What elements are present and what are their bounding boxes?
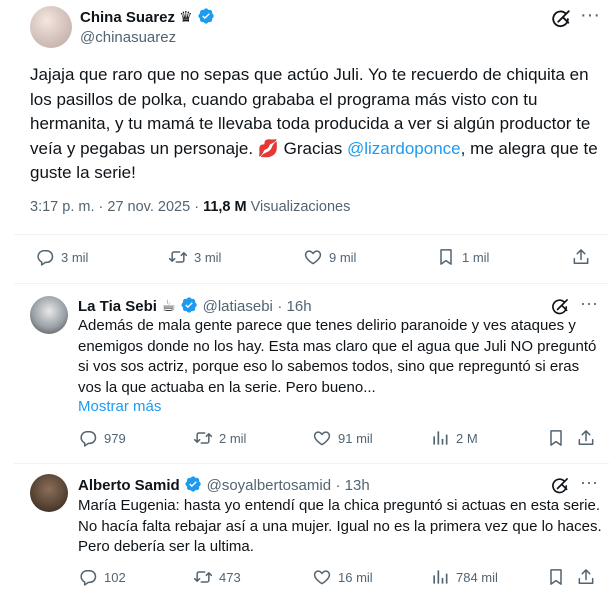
bookmark-button[interactable]	[546, 567, 566, 587]
share-button[interactable]	[576, 567, 596, 587]
views-count: 2 M	[456, 430, 478, 446]
show-more-link[interactable]: Mostrar más	[78, 398, 161, 415]
main-tweet-text: Jajaja que raro que no sepas que actúo J…	[30, 63, 600, 186]
like-count: 16 mil	[338, 569, 373, 585]
more-icon[interactable]: ···	[580, 472, 598, 493]
repost-icon	[193, 567, 213, 587]
bookmark-icon	[546, 567, 566, 587]
reply-time[interactable]: · 13h	[336, 477, 370, 494]
divider	[14, 463, 609, 464]
repost-button[interactable]: 2 mil	[193, 428, 246, 448]
reply-author-name[interactable]: Alberto Samid	[78, 477, 180, 494]
grok-icon[interactable]	[550, 476, 570, 496]
repost-count: 3 mil	[194, 249, 222, 265]
tweet-time[interactable]: 3:17 p. m.	[30, 199, 94, 215]
like-button[interactable]: 9 mil	[303, 247, 356, 267]
views-button[interactable]: 2 M	[430, 428, 478, 448]
reply-icon	[35, 247, 55, 267]
repost-button[interactable]: 3 mil	[168, 247, 221, 267]
repost-button[interactable]: 473	[193, 567, 241, 587]
divider	[14, 234, 609, 235]
reply-button[interactable]: 3 mil	[35, 247, 88, 267]
reply-count: 3 mil	[61, 249, 89, 265]
grok-icon[interactable]	[550, 8, 572, 30]
reply-actions-bar: 979 2 mil 91 mil 2 M	[0, 428, 609, 452]
reply-header: Alberto Samid @soyalbertosamid · 13h	[78, 475, 370, 495]
repost-count: 473	[219, 569, 241, 585]
divider	[14, 283, 609, 284]
views-count: 784 mil	[456, 569, 498, 585]
tweet-date[interactable]: 27 nov. 2025	[107, 199, 190, 215]
grok-icon[interactable]	[550, 297, 570, 317]
share-button[interactable]	[576, 428, 596, 448]
more-icon[interactable]: ···	[580, 4, 600, 27]
tweet-meta: 3:17 p. m. · 27 nov. 2025 · 11,8 M Visua…	[30, 199, 350, 215]
reply-time[interactable]: · 16h	[277, 298, 311, 315]
main-actions-bar: 3 mil 3 mil 9 mil 1 mil	[0, 247, 609, 271]
reply-icon	[78, 428, 98, 448]
reply-text: María Eugenia: hasta yo entendí que la c…	[78, 497, 602, 555]
share-icon	[576, 428, 596, 448]
meta-separator: ·	[98, 199, 104, 215]
like-icon	[312, 428, 332, 448]
more-icon[interactable]: ···	[580, 293, 598, 314]
reply-count: 102	[104, 569, 126, 585]
reply-author-avatar[interactable]	[30, 474, 68, 512]
reply-actions-bar: 102 473 16 mil 784 mil	[0, 567, 609, 591]
like-icon	[312, 567, 332, 587]
bookmark-count: 1 mil	[462, 249, 490, 265]
crown-emoji: ♛	[179, 9, 193, 26]
bookmark-button[interactable]: 1 mil	[436, 247, 489, 267]
repost-count: 2 mil	[219, 430, 247, 446]
repost-icon	[193, 428, 213, 448]
verified-badge-icon	[180, 296, 198, 314]
views-icon	[430, 428, 450, 448]
bookmark-icon	[436, 247, 456, 267]
views-button[interactable]: 784 mil	[430, 567, 498, 587]
like-button[interactable]: 16 mil	[312, 567, 373, 587]
reply-author-name[interactable]: La Tia Sebi	[78, 298, 157, 315]
view-count: 11,8 M	[203, 199, 247, 215]
reply-author-handle[interactable]: @latiasebi	[203, 298, 273, 315]
reply-header: La Tia Sebi ☕ @latiasebi · 16h	[78, 296, 312, 316]
like-count: 9 mil	[329, 249, 357, 265]
reply-author-avatar[interactable]	[30, 296, 68, 334]
like-count: 91 mil	[338, 430, 373, 446]
mention-link[interactable]: @lizardoponce	[347, 139, 461, 158]
bookmark-button[interactable]	[546, 428, 566, 448]
reply-count: 979	[104, 430, 126, 446]
main-author-handle[interactable]: @chinasuarez	[80, 29, 176, 46]
reply-author-handle[interactable]: @soyalbertosamid	[207, 477, 331, 494]
reply-button[interactable]: 979	[78, 428, 126, 448]
coffee-emoji: ☕	[161, 298, 176, 315]
repost-icon	[168, 247, 188, 267]
main-author-name-text[interactable]: China Suarez	[80, 9, 175, 26]
like-button[interactable]: 91 mil	[312, 428, 373, 448]
main-author-avatar[interactable]	[30, 6, 72, 48]
reply-button[interactable]: 102	[78, 567, 126, 587]
views-icon	[430, 567, 450, 587]
main-author-name[interactable]: China Suarez ♛	[80, 7, 215, 26]
share-icon	[571, 247, 591, 267]
reply-text: Además de mala gente parece que tenes de…	[78, 317, 597, 396]
share-button[interactable]	[571, 247, 591, 267]
meta-separator: ·	[194, 199, 200, 215]
like-icon	[303, 247, 323, 267]
reply-icon	[78, 567, 98, 587]
verified-badge-icon	[184, 475, 202, 493]
view-label: Visualizaciones	[250, 199, 351, 215]
verified-badge-icon	[197, 7, 215, 25]
bookmark-icon	[546, 428, 566, 448]
share-icon	[576, 567, 596, 587]
